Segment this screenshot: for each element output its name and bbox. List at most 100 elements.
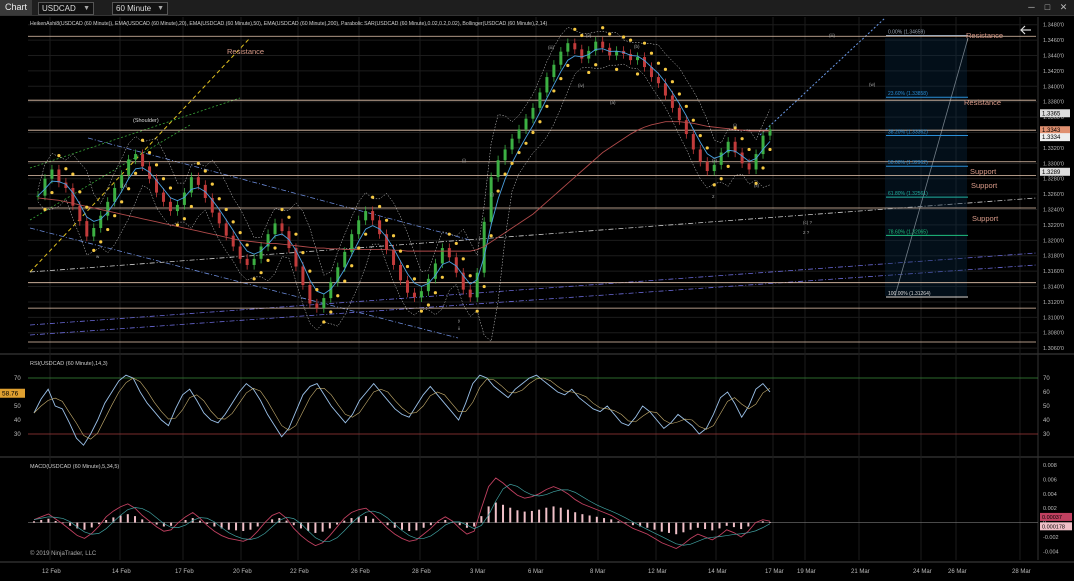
- psar-dot: [538, 120, 542, 124]
- psar-dot: [705, 146, 709, 150]
- psar-dot: [719, 177, 723, 181]
- psar-dot: [608, 32, 612, 36]
- support-label: Support: [971, 181, 998, 190]
- fib-level-label: 61.80% (1.32561): [888, 191, 928, 197]
- psar-dot: [350, 264, 354, 268]
- macd-y-tick: 0.006: [1043, 477, 1057, 483]
- psar-dot: [635, 72, 640, 76]
- candle-body: [357, 220, 361, 235]
- x-tick-label: 12 Feb: [42, 569, 61, 575]
- candle-body: [705, 161, 709, 172]
- psar-dot: [315, 288, 319, 292]
- psar-dot: [405, 264, 410, 269]
- candle-body: [545, 77, 549, 93]
- macd-current-value: 0.000178: [1042, 524, 1065, 530]
- psar-dot: [573, 27, 577, 31]
- psar-dot: [670, 80, 675, 84]
- candle-body: [663, 83, 667, 96]
- y-tick-label: 1.3320'0: [1043, 146, 1064, 152]
- y-tick-label: 1.3140'0: [1043, 285, 1064, 291]
- psar-dot: [371, 195, 375, 199]
- psar-dot: [447, 232, 451, 236]
- psar-dot: [475, 309, 479, 313]
- psar-dot: [224, 207, 228, 212]
- x-tick-label: 28 Mar: [1012, 569, 1031, 575]
- x-tick-label: 17 Feb: [175, 569, 194, 575]
- chart-area[interactable]: 0.00% (1.34659) 23.60% (1.33858) 38.20% (1…: [0, 0, 1074, 581]
- psar-dot: [517, 150, 521, 155]
- wave-label: (x): [122, 183, 128, 188]
- psar-dot: [594, 63, 598, 67]
- psar-dot: [433, 291, 437, 295]
- candle-body: [601, 41, 605, 48]
- candle-body: [447, 248, 451, 258]
- psar-dot: [489, 234, 493, 238]
- psar-dot: [419, 309, 424, 313]
- candle-body: [636, 57, 640, 61]
- candle-body: [78, 205, 82, 222]
- y-tick-label: 1.3480'0: [1043, 23, 1064, 29]
- rsi-y-tick: 30: [1043, 432, 1050, 438]
- x-tick-label: 22 Feb: [290, 569, 309, 575]
- copyright-text: © 2019 NinjaTrader, LLC: [30, 550, 97, 557]
- psar-dot: [287, 215, 291, 219]
- fib-zone: [885, 38, 967, 296]
- candle-body: [252, 258, 256, 265]
- macd-y-tick: -0.002: [1043, 535, 1059, 541]
- macd-panel-title: MACD(USDCAD (60 Minute),5,34,5): [30, 464, 119, 470]
- candle-body: [36, 195, 40, 197]
- rsi-y-tick: 70: [1043, 376, 1050, 382]
- psar-dot: [294, 232, 298, 236]
- psar-dot: [273, 246, 277, 250]
- fib-level-label: 0.00% (1.34659): [888, 30, 925, 36]
- candle-body: [517, 129, 521, 139]
- candle-body: [141, 154, 145, 167]
- candle-body: [85, 221, 89, 237]
- psar-dot: [468, 274, 472, 278]
- psar-dot: [336, 294, 340, 298]
- candle-body: [196, 177, 200, 185]
- rsi-y-tick: 60: [1043, 390, 1050, 396]
- candle-body: [698, 149, 702, 162]
- fib-level-label: 38.20% (1.33362): [888, 129, 928, 135]
- y-tick-label: 1.3220'0: [1043, 223, 1064, 229]
- x-tick-label: 19 Mar: [797, 569, 816, 575]
- psar-dot: [120, 200, 124, 204]
- rsi-panel-title: RSI(USDCAD (60 Minute),14,3): [30, 361, 108, 367]
- psar-dot: [482, 284, 486, 289]
- candle-body: [552, 64, 556, 78]
- y-tick-label: 1.3280'0: [1043, 177, 1064, 183]
- psar-dot: [587, 70, 591, 75]
- candle-body: [524, 118, 528, 130]
- psar-dot: [698, 133, 702, 138]
- wave-label: (iv): [578, 83, 585, 88]
- candle-body: [656, 77, 660, 84]
- psar-dot: [343, 279, 347, 283]
- candle-body: [50, 169, 54, 179]
- wave-label: (iii): [548, 45, 554, 50]
- psar-dot: [203, 169, 207, 173]
- candle-body: [399, 264, 403, 281]
- psar-dot: [127, 187, 131, 191]
- psar-dot: [747, 147, 751, 152]
- rsi-current-value: 58.76: [2, 391, 19, 398]
- psar-dot: [259, 271, 263, 275]
- wave-label: (w): [869, 82, 876, 87]
- candle-body: [217, 212, 221, 224]
- price-label-text: 1.3334: [1042, 135, 1061, 141]
- psar-dot: [92, 248, 96, 252]
- resistance-label: Resistance: [227, 47, 264, 56]
- x-tick-label: 26 Mar: [948, 569, 967, 575]
- psar-dot: [559, 77, 563, 81]
- candle-body: [412, 292, 416, 298]
- psar-dot: [761, 166, 765, 170]
- psar-dot: [252, 277, 256, 281]
- psar-dot: [628, 38, 633, 42]
- candle-body: [489, 177, 493, 222]
- wave-label: 2 ?: [803, 230, 810, 235]
- candle-body: [308, 285, 312, 304]
- psar-dot: [677, 92, 681, 96]
- psar-dot: [154, 163, 159, 167]
- candle-body: [670, 95, 674, 108]
- candle-body: [510, 138, 514, 150]
